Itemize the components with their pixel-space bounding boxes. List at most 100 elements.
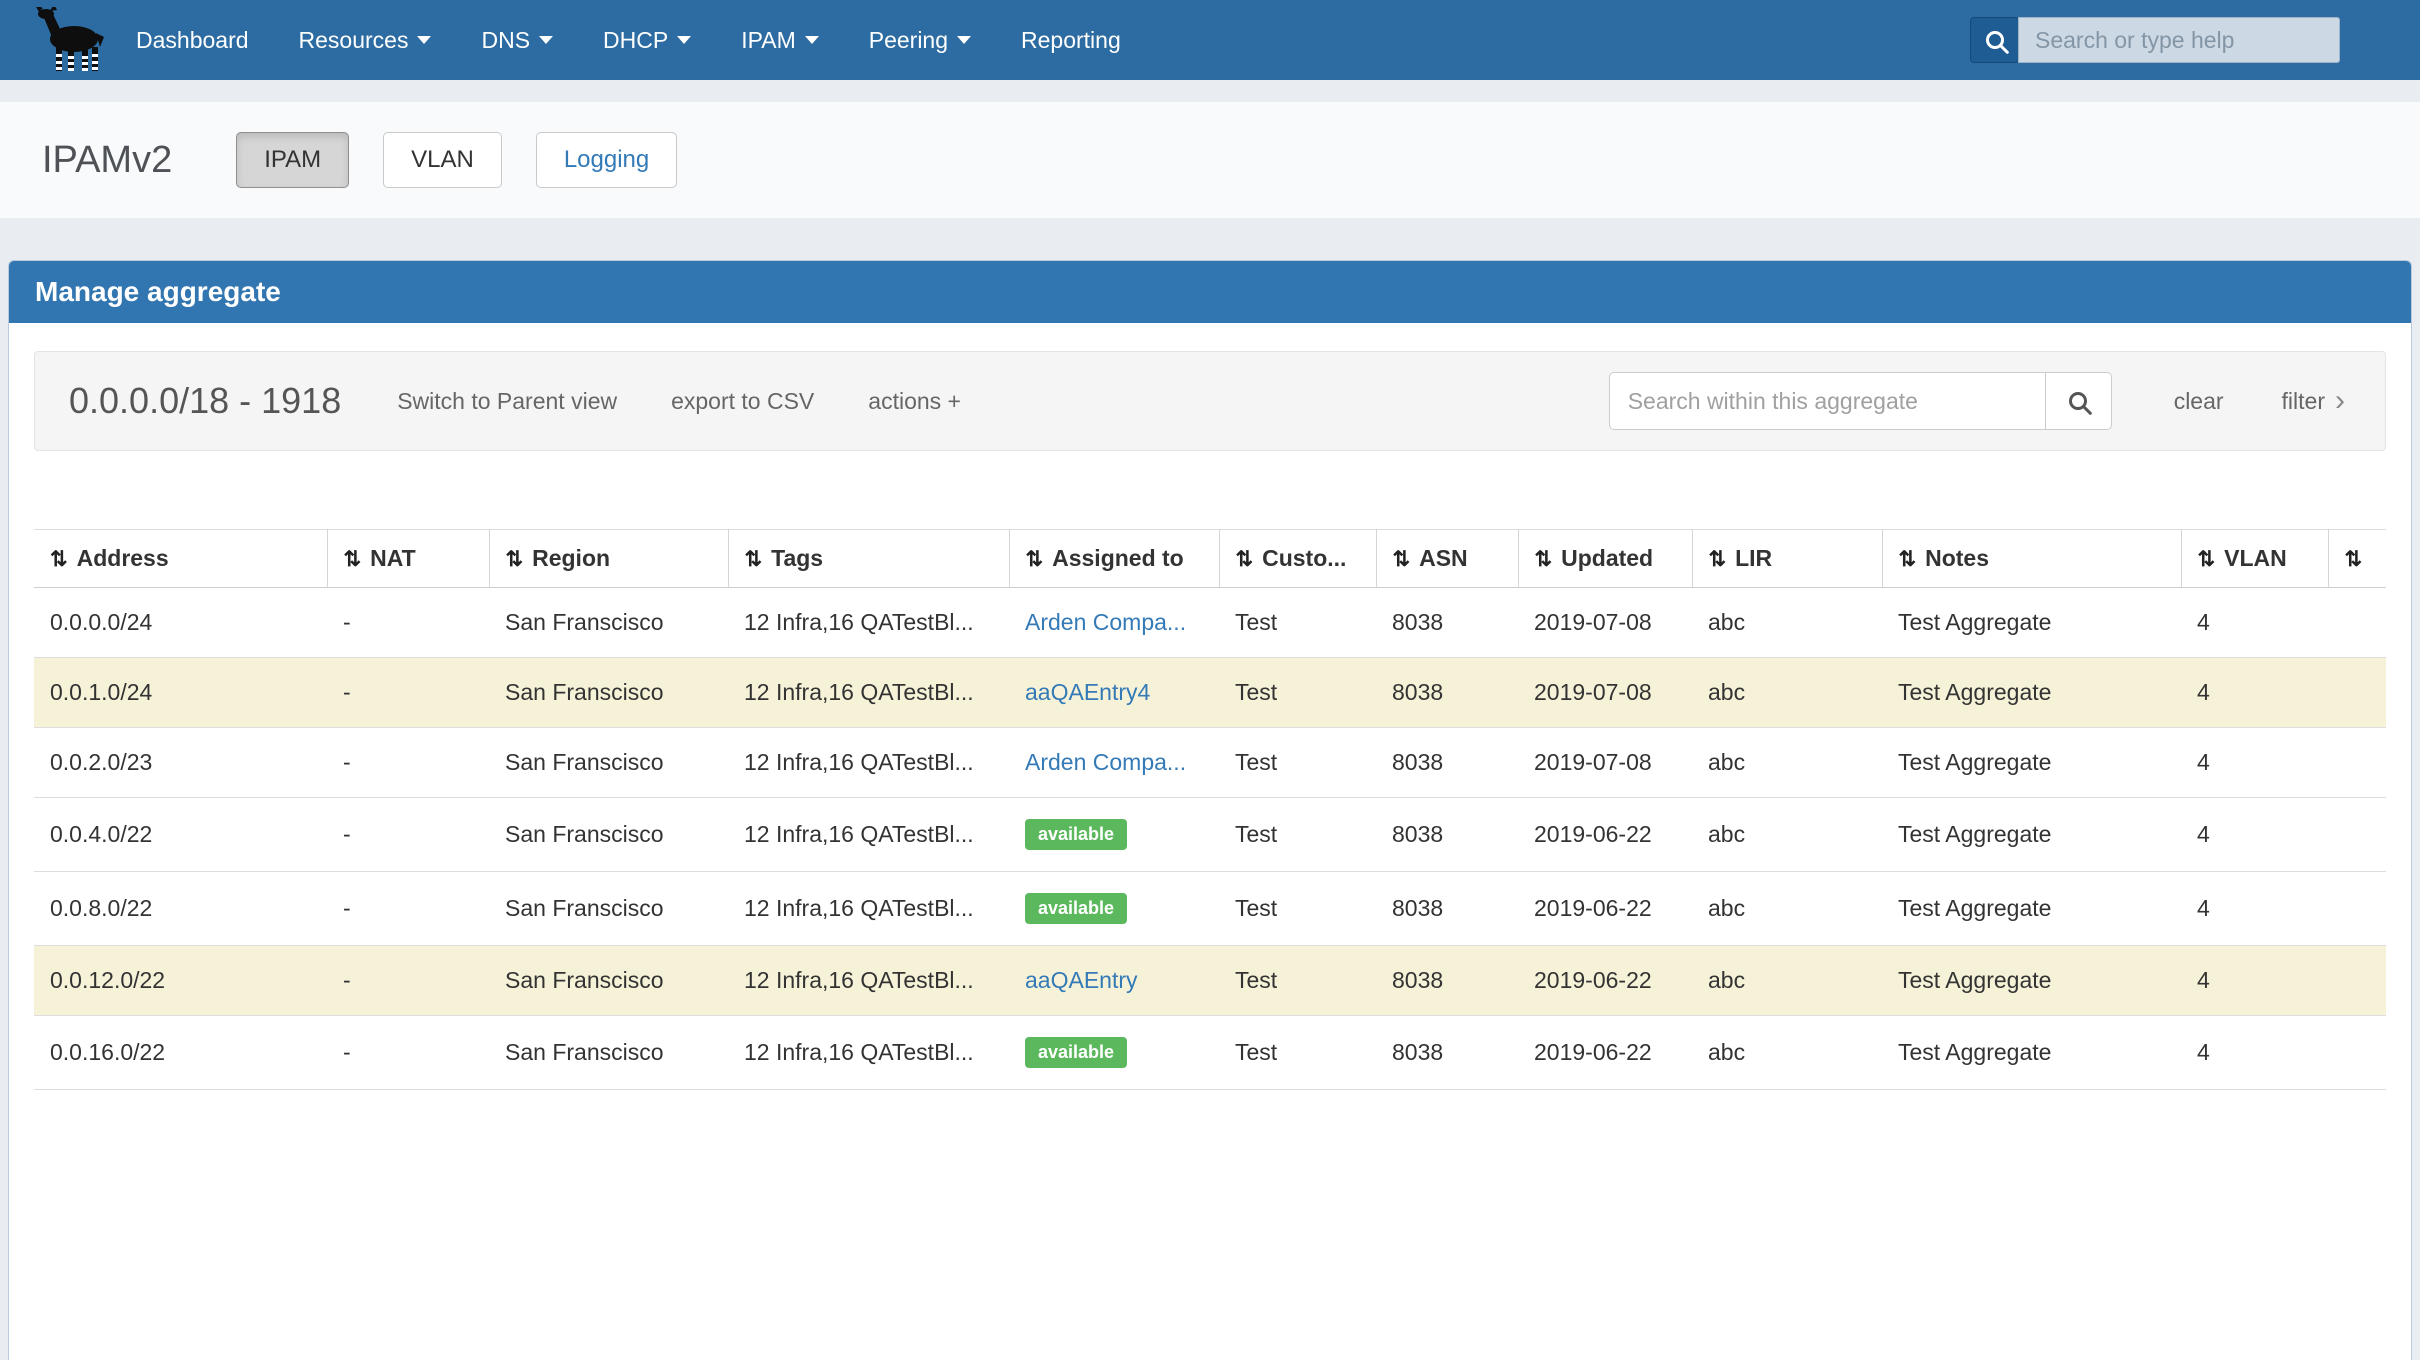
cell-lir: abc [1692, 1016, 1882, 1090]
column-header-address[interactable]: ⇅Address [34, 530, 327, 588]
cell-updated: 2019-07-08 [1518, 728, 1692, 798]
table-row[interactable]: 0.0.4.0/22 - San Franscisco 12 Infra,16 … [34, 798, 2386, 872]
cell-assigned-to: Arden Compa... [1009, 588, 1219, 658]
cell-customer: Test [1219, 872, 1376, 946]
cell-vlan: 4 [2181, 588, 2328, 658]
aggregate-label: 0.0.0.0/18 - 1918 [69, 380, 341, 422]
column-header-clipped[interactable]: ⇅ [2328, 530, 2386, 588]
cell-tags: 12 Infra,16 QATestBl... [728, 946, 1009, 1016]
cell-vlan: 4 [2181, 798, 2328, 872]
cell-assigned-to: aaQAEntry4 [1009, 658, 1219, 728]
cell-updated: 2019-06-22 [1518, 798, 1692, 872]
actions-menu[interactable]: actions + [868, 388, 961, 415]
cell-customer: Test [1219, 798, 1376, 872]
nav-search-input[interactable] [2018, 17, 2340, 63]
cell-asn: 8038 [1376, 1016, 1518, 1090]
search-icon [2069, 392, 2087, 410]
cell-notes: Test Aggregate [1882, 658, 2181, 728]
aggregate-table-wrapper: ⇅Address ⇅NAT ⇅Region ⇅Tags ⇅Assigned to… [34, 529, 2386, 1090]
nav-item-dns[interactable]: DNS [481, 27, 553, 54]
column-label: Assigned to [1052, 545, 1184, 571]
cell-notes: Test Aggregate [1882, 798, 2181, 872]
available-badge: available [1025, 1037, 1127, 1068]
cell-tags: 12 Infra,16 QATestBl... [728, 588, 1009, 658]
table-row[interactable]: 0.0.8.0/22 - San Franscisco 12 Infra,16 … [34, 872, 2386, 946]
cell-lir: abc [1692, 946, 1882, 1016]
cell-assigned-to: Arden Compa... [1009, 728, 1219, 798]
table-row[interactable]: 0.0.12.0/22 - San Franscisco 12 Infra,16… [34, 946, 2386, 1016]
tab-ipam[interactable]: IPAM [236, 132, 349, 188]
nav-item-ipam[interactable]: IPAM [741, 27, 819, 54]
nav-item-dashboard[interactable]: Dashboard [136, 27, 249, 54]
panel-body: 0.0.0.0/18 - 1918 Switch to Parent view … [9, 323, 2411, 1090]
column-header-assigned-to[interactable]: ⇅Assigned to [1009, 530, 1219, 588]
cell-updated: 2019-07-08 [1518, 658, 1692, 728]
nav-item-resources[interactable]: Resources [299, 27, 432, 54]
assigned-to-link[interactable]: aaQAEntry [1025, 967, 1138, 993]
nav-search-button[interactable] [1970, 17, 2018, 63]
assigned-to-link[interactable]: Arden Compa... [1025, 609, 1186, 635]
cell-lir: abc [1692, 872, 1882, 946]
column-header-nat[interactable]: ⇅NAT [327, 530, 489, 588]
export-csv-link[interactable]: export to CSV [671, 388, 814, 415]
cell-customer: Test [1219, 946, 1376, 1016]
sort-icon: ⇅ [50, 548, 68, 571]
switch-parent-view-link[interactable]: Switch to Parent view [397, 388, 617, 415]
cell-tags: 12 Infra,16 QATestBl... [728, 798, 1009, 872]
sort-icon: ⇅ [506, 548, 524, 571]
aggregate-search-button[interactable] [2046, 372, 2112, 430]
cell-lir: abc [1692, 728, 1882, 798]
page-title: IPAMv2 [42, 139, 172, 182]
filter-label: filter [2282, 388, 2325, 415]
table-row[interactable]: 0.0.1.0/24 - San Franscisco 12 Infra,16 … [34, 658, 2386, 728]
clear-link[interactable]: clear [2174, 388, 2224, 415]
cell-address: 0.0.8.0/22 [34, 872, 327, 946]
chevron-right-icon: › [2335, 386, 2345, 416]
column-label: VLAN [2224, 545, 2287, 571]
column-header-region[interactable]: ⇅ Region [489, 530, 728, 588]
column-header-lir[interactable]: ⇅LIR [1692, 530, 1882, 588]
okapi-logo [26, 7, 136, 73]
table-row[interactable]: 0.0.16.0/22 - San Franscisco 12 Infra,16… [34, 1016, 2386, 1090]
caret-down-icon [417, 36, 431, 44]
tab-logging[interactable]: Logging [536, 132, 677, 188]
table-row[interactable]: 0.0.2.0/23 - San Franscisco 12 Infra,16 … [34, 728, 2386, 798]
table-row[interactable]: 0.0.0.0/24 - San Franscisco 12 Infra,16 … [34, 588, 2386, 658]
filter-link[interactable]: filter › [2282, 386, 2345, 416]
cell-nat: - [327, 946, 489, 1016]
cell-vlan: 4 [2181, 1016, 2328, 1090]
cell-customer: Test [1219, 1016, 1376, 1090]
cell-tags: 12 Infra,16 QATestBl... [728, 728, 1009, 798]
cell-notes: Test Aggregate [1882, 588, 2181, 658]
aggregate-search-input[interactable] [1609, 372, 2046, 430]
aggregate-toolbar: 0.0.0.0/18 - 1918 Switch to Parent view … [34, 351, 2386, 451]
tab-vlan[interactable]: VLAN [383, 132, 502, 188]
aggregate-search-group [1609, 372, 2112, 430]
sort-icon: ⇅ [344, 548, 362, 571]
cell-asn: 8038 [1376, 658, 1518, 728]
column-label: Region [532, 545, 610, 571]
column-header-customer[interactable]: ⇅Custo... [1219, 530, 1376, 588]
column-header-tags[interactable]: ⇅Tags [728, 530, 1009, 588]
cell-clipped [2328, 946, 2386, 1016]
cell-vlan: 4 [2181, 946, 2328, 1016]
sort-icon: ⇅ [1236, 548, 1254, 571]
nav-item-reporting[interactable]: Reporting [1021, 27, 1121, 54]
nav-item-dhcp[interactable]: DHCP [603, 27, 691, 54]
cell-nat: - [327, 872, 489, 946]
cell-region: San Franscisco [489, 658, 728, 728]
cell-assigned-to: available [1009, 1016, 1219, 1090]
column-label: Updated [1561, 545, 1653, 571]
column-header-notes[interactable]: ⇅Notes [1882, 530, 2181, 588]
column-header-vlan[interactable]: ⇅VLAN [2181, 530, 2328, 588]
nav-item-peering[interactable]: Peering [869, 27, 971, 54]
aggregate-table-body: 0.0.0.0/24 - San Franscisco 12 Infra,16 … [34, 588, 2386, 1090]
assigned-to-link[interactable]: aaQAEntry4 [1025, 679, 1150, 705]
cell-notes: Test Aggregate [1882, 872, 2181, 946]
column-header-updated[interactable]: ⇅Updated [1518, 530, 1692, 588]
cell-clipped [2328, 798, 2386, 872]
assigned-to-link[interactable]: Arden Compa... [1025, 749, 1186, 775]
cell-asn: 8038 [1376, 798, 1518, 872]
column-header-asn[interactable]: ⇅ASN [1376, 530, 1518, 588]
cell-region: San Franscisco [489, 872, 728, 946]
